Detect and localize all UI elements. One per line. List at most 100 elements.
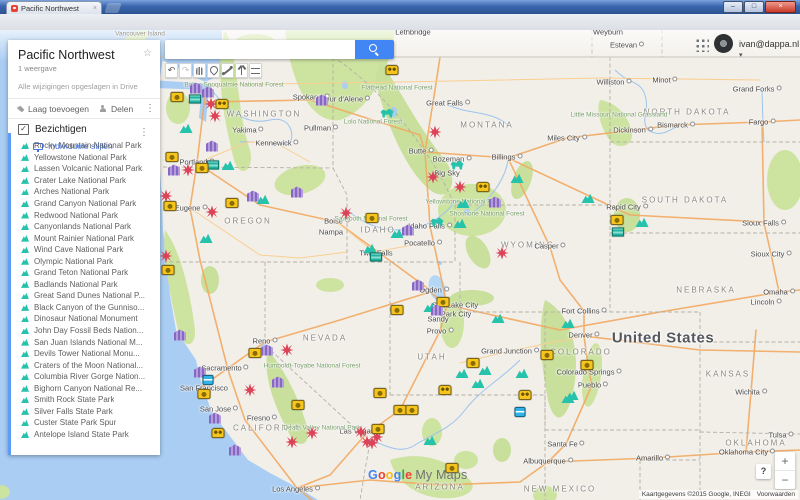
redo-button[interactable]: ↷	[179, 63, 192, 78]
map-marker-star[interactable]	[454, 181, 467, 194]
park-list-item[interactable]: Crater Lake National Park	[21, 175, 160, 187]
map-marker-star[interactable]	[206, 206, 219, 219]
layer-name[interactable]: Bezichtigen	[35, 124, 87, 135]
zoom-out-button[interactable]: −	[775, 471, 795, 489]
park-list-item[interactable]: Rocky Mountain National Park	[21, 140, 160, 152]
map-marker-camera[interactable]	[196, 163, 209, 173]
add-marker-button[interactable]	[207, 63, 220, 78]
share-button[interactable]: Delen	[99, 104, 133, 114]
park-list-item[interactable]: Smith Rock State Park	[21, 394, 160, 406]
park-list-item[interactable]: Custer State Park Spur	[21, 417, 160, 429]
map-marker-star[interactable]	[209, 110, 222, 123]
map-marker-camera[interactable]	[374, 388, 387, 398]
park-list-item[interactable]: Great Sand Dunes National P...	[21, 290, 160, 302]
park-list-item[interactable]: Bighorn Canyon National Re...	[21, 382, 160, 394]
map-marker-train[interactable]	[515, 407, 526, 417]
add-layer-button[interactable]: Laag toevoegen	[18, 104, 89, 114]
park-list-item[interactable]: Grand Canyon National Park	[21, 198, 160, 210]
map-marker-car[interactable]	[477, 182, 490, 192]
window-close-button[interactable]: ×	[765, 1, 796, 13]
map-marker-star[interactable]	[496, 247, 509, 260]
map-marker-camera[interactable]	[372, 424, 385, 434]
layer-menu-icon[interactable]: ⋮	[139, 127, 149, 138]
park-list-item[interactable]: Dinosaur National Monument	[21, 313, 160, 325]
park-list-item[interactable]: Columbia River Gorge Nation...	[21, 371, 160, 383]
map-marker-camera[interactable]	[611, 215, 624, 225]
park-list-item[interactable]: Redwood National Park	[21, 209, 160, 221]
map-marker-tent[interactable]	[189, 95, 201, 104]
map-title[interactable]: Pacific Northwest	[18, 48, 152, 62]
map-marker-camera[interactable]	[249, 348, 262, 358]
map-marker-star[interactable]	[427, 171, 440, 184]
park-list-item[interactable]: Grand Teton National Park	[21, 267, 160, 279]
map-marker-camera[interactable]	[171, 92, 184, 102]
tab-close-icon[interactable]: ×	[93, 5, 97, 12]
map-marker-camera[interactable]	[162, 265, 175, 275]
map-marker-car[interactable]	[519, 390, 532, 400]
map-marker-star[interactable]	[340, 207, 353, 220]
map-marker-camera[interactable]	[391, 305, 404, 315]
park-list-item[interactable]: Silver Falls State Park	[21, 406, 160, 418]
map-marker-camera[interactable]	[467, 358, 480, 368]
account-email[interactable]: ivan@dappa.nl ▾	[739, 39, 800, 59]
panel-menu-icon[interactable]: ⋮	[145, 103, 155, 114]
map-marker-train[interactable]	[203, 375, 214, 385]
map-marker-car[interactable]	[216, 99, 229, 109]
map-marker-star[interactable]	[429, 126, 442, 139]
park-list-item[interactable]: Craters of the Moon National...	[21, 359, 160, 371]
park-list-item[interactable]: Devils Tower National Monu...	[21, 348, 160, 360]
map-marker-star[interactable]	[182, 164, 195, 177]
map-marker-camera[interactable]	[541, 350, 554, 360]
park-list-item[interactable]: Antelope Island State Park	[21, 429, 160, 441]
favorite-star-icon[interactable]: ☆	[143, 48, 152, 59]
layer-visibility-checkbox[interactable]: ✓	[18, 124, 29, 135]
map-marker-camera[interactable]	[166, 152, 179, 162]
park-list-item[interactable]: San Juan Islands National M...	[21, 336, 160, 348]
map-marker-car[interactable]	[212, 428, 225, 438]
park-list-item[interactable]: Badlands National Park	[21, 279, 160, 291]
search-input[interactable]	[165, 40, 355, 59]
park-list-item[interactable]: Yellowstone National Park	[21, 152, 160, 164]
account-avatar[interactable]	[714, 34, 733, 53]
map-marker-tent[interactable]	[207, 161, 219, 170]
map-marker-tent[interactable]	[370, 253, 382, 262]
park-list-item[interactable]: Lassen Volcanic National Park	[21, 163, 160, 175]
map-marker-camera[interactable]	[406, 405, 419, 415]
window-minimize-button[interactable]: –	[723, 1, 743, 13]
park-list-item[interactable]: John Day Fossil Beds Nation...	[21, 325, 160, 337]
map-marker-car[interactable]	[439, 385, 452, 395]
map-marker-star[interactable]	[281, 344, 294, 357]
directions-button[interactable]	[235, 63, 248, 78]
map-marker-star[interactable]	[286, 436, 299, 449]
window-maximize-button[interactable]: □	[744, 1, 764, 13]
map-marker-star[interactable]	[355, 426, 368, 439]
undo-button[interactable]: ↶	[165, 63, 178, 78]
map-marker-camera[interactable]	[198, 389, 211, 399]
map-marker-camera[interactable]	[581, 360, 594, 370]
map-marker-camera[interactable]	[366, 213, 379, 223]
park-list-item[interactable]: Wind Cave National Park	[21, 244, 160, 256]
new-tab-button[interactable]	[104, 3, 121, 13]
browser-tab[interactable]: Pacific Northwest ×	[6, 1, 102, 14]
terms-link[interactable]: Voorwaarden	[757, 491, 795, 498]
draw-line-button[interactable]	[221, 63, 234, 78]
park-list-item[interactable]: Canyonlands National Park	[21, 221, 160, 233]
measure-button[interactable]	[249, 63, 262, 78]
park-list-item[interactable]: Mount Rainier National Park	[21, 232, 160, 244]
map-marker-tent[interactable]	[612, 228, 624, 237]
map-marker-camera[interactable]	[164, 201, 177, 211]
map-marker-star[interactable]	[160, 250, 173, 263]
park-list-item[interactable]: Black Canyon of the Gunniso...	[21, 302, 160, 314]
google-apps-grid-icon[interactable]	[694, 37, 709, 52]
map-marker-car[interactable]	[386, 65, 399, 75]
pan-button[interactable]	[193, 63, 206, 78]
map-marker-camera[interactable]	[226, 198, 239, 208]
help-button[interactable]: ?	[756, 464, 771, 479]
search-button[interactable]	[355, 40, 394, 59]
park-list-item[interactable]: Arches National Park	[21, 186, 160, 198]
map-marker-star[interactable]	[244, 384, 257, 397]
map-marker-camera[interactable]	[292, 400, 305, 410]
map-marker-star[interactable]	[306, 427, 319, 440]
park-list-item[interactable]: Olympic National Park	[21, 255, 160, 267]
zoom-in-button[interactable]: +	[775, 452, 795, 471]
